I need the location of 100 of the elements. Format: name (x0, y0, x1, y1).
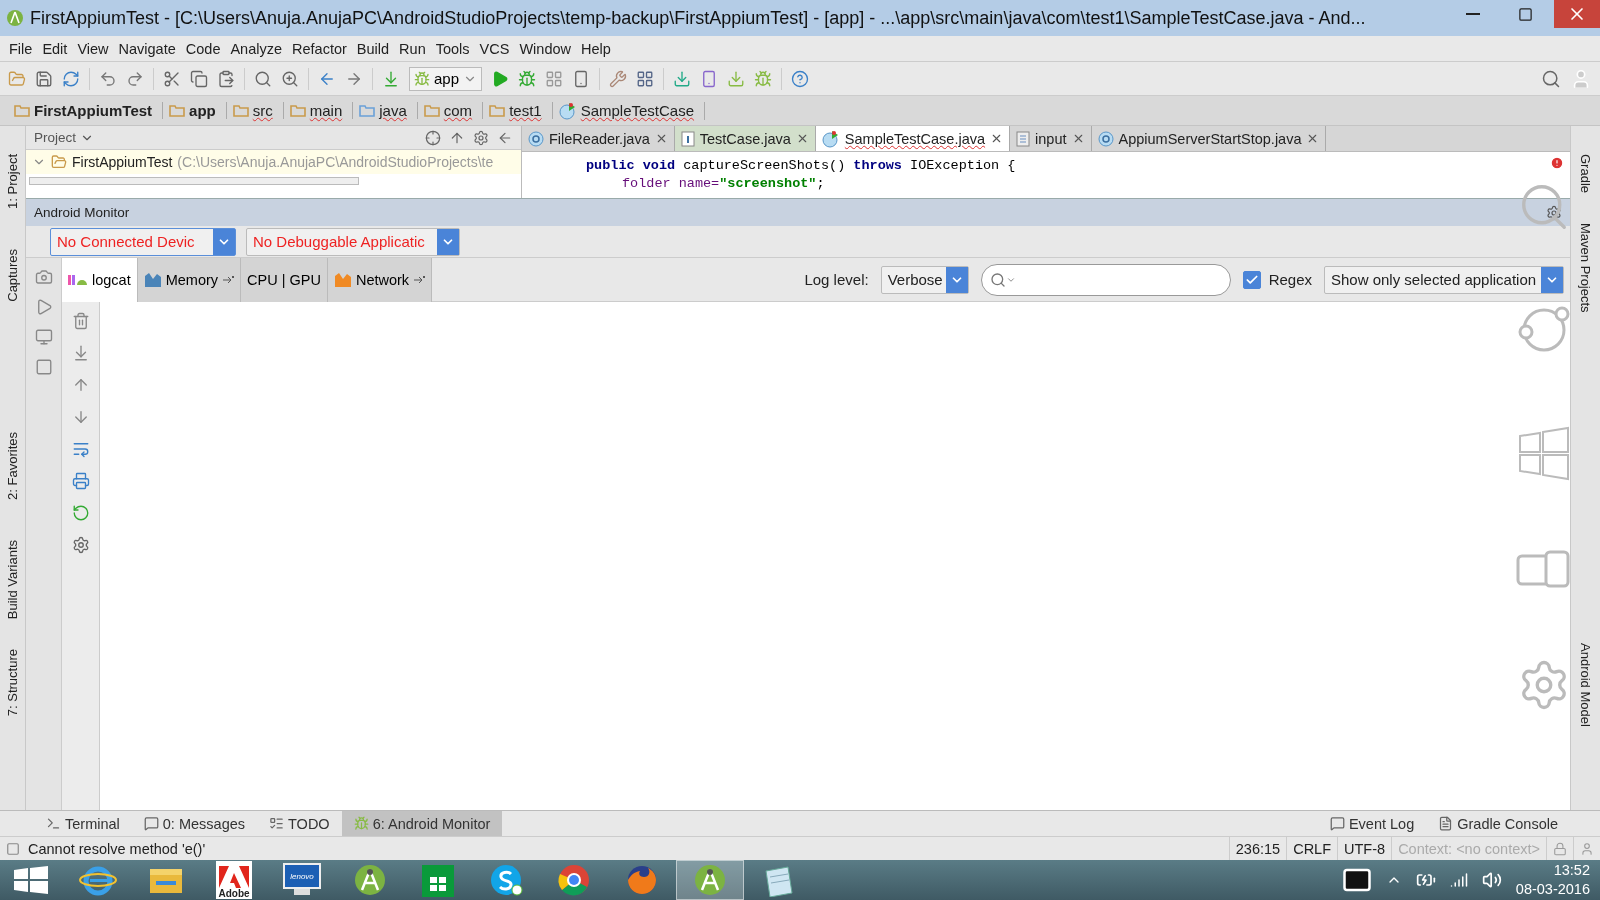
project-view-dropdown[interactable]: Project (34, 130, 144, 145)
copy-icon[interactable] (190, 69, 208, 88)
folder-icon (423, 104, 440, 117)
monitor-tab[interactable]: Network (327, 257, 433, 302)
breadcrumb[interactable]: main (283, 102, 354, 119)
soft-wrap-icon[interactable] (71, 440, 90, 458)
close-button[interactable] (1554, 0, 1600, 28)
taskbar-app[interactable]: Adobe (200, 860, 268, 900)
tool-window-button[interactable]: Build Variants (5, 539, 20, 619)
breadcrumb[interactable]: app (163, 102, 227, 119)
tool-window-button[interactable]: Gradle (1578, 154, 1593, 194)
paste-icon[interactable] (217, 69, 235, 88)
menu-item[interactable]: Window (514, 40, 576, 57)
help-icon[interactable] (791, 69, 810, 88)
save-icon[interactable] (35, 69, 53, 88)
signal-icon[interactable] (1449, 871, 1468, 889)
regex-label: Regex (1268, 271, 1312, 288)
breadcrumb[interactable]: com (417, 102, 484, 119)
search-icon (989, 271, 1006, 288)
settings-icon[interactable] (1546, 204, 1562, 221)
menu-item[interactable]: Help (576, 40, 616, 57)
menu-item[interactable]: Navigate (113, 40, 181, 57)
breadcrumb[interactable]: SampleTestCase (552, 101, 706, 120)
breadcrumb[interactable]: FirstAppiumTest (8, 102, 164, 119)
cut-icon[interactable] (163, 69, 181, 88)
editor-tab[interactable]: SampleTestCase.java (815, 126, 1011, 151)
tool-window-button[interactable]: Android Model (1578, 642, 1593, 727)
tool-tab[interactable]: Event Log (1317, 810, 1427, 837)
application-dropdown[interactable]: No Debuggable Applicatic (246, 227, 460, 256)
monitor-tab[interactable]: logcat (62, 257, 138, 302)
tool-window-button[interactable]: 2: Favorites (5, 431, 20, 500)
search-field[interactable] (980, 263, 1231, 296)
scroll-bar[interactable] (29, 177, 359, 185)
tool-tab[interactable]: 6: Android Monitor (341, 810, 503, 837)
file-icon (1016, 130, 1031, 147)
volume-icon[interactable] (1481, 870, 1502, 890)
breadcrumb[interactable]: test1 (483, 102, 553, 119)
folder-icon (359, 104, 376, 117)
menu-item[interactable]: Code (180, 40, 226, 57)
adobe-app-icon: Adobe (216, 861, 252, 899)
breadcrumb[interactable]: src (226, 102, 284, 119)
restart-icon[interactable] (71, 504, 90, 522)
stop-icon[interactable] (34, 358, 53, 376)
device-dropdown[interactable]: No Connected Devic (50, 227, 236, 256)
regex-checkbox[interactable] (1242, 270, 1261, 289)
menu-item[interactable]: View (72, 40, 114, 57)
tool-tab[interactable]: 0: Messages (131, 810, 257, 837)
code-editor[interactable]: public void captureScreenShots() throws IOException { folder name="screenshot"; (522, 152, 1570, 198)
folder-icon (489, 104, 506, 117)
editor-tab[interactable]: TestCase.java (674, 126, 816, 151)
tool-window-button[interactable]: Maven Projects (1578, 223, 1593, 313)
tool-tab[interactable]: TODO (257, 810, 342, 837)
tree-item[interactable]: FirstAppiumTest (C:\Users\Anuja.AnujaPC\AndroidStudioProjects\te (26, 150, 521, 174)
tool-window-button[interactable]: 7: Structure (5, 648, 20, 717)
messages-icon (143, 816, 159, 831)
monitor-tab[interactable]: Memory (137, 257, 242, 302)
menu-item[interactable]: Refactor (287, 40, 352, 57)
menu-item[interactable]: Run (394, 40, 431, 57)
open-folder-icon[interactable] (8, 69, 26, 88)
monitor-tab[interactable]: CPU | GPU (241, 257, 328, 302)
sync-icon[interactable] (62, 69, 80, 88)
log-level-dropdown[interactable]: Verbose (880, 265, 969, 294)
trash-icon[interactable] (71, 312, 90, 330)
lock-icon[interactable] (1553, 841, 1567, 856)
clock[interactable]: 13:52 08-03-2016 (1515, 861, 1590, 899)
undo-icon[interactable] (99, 69, 117, 88)
memory-chart-icon (143, 271, 162, 288)
locate-icon[interactable] (425, 129, 441, 146)
taskbar-app[interactable]: lenovo (268, 860, 336, 900)
menu-item[interactable]: Tools (430, 40, 475, 57)
tool-window-button[interactable]: 1: Project (5, 154, 20, 209)
print-icon[interactable] (71, 472, 90, 490)
tool-window-button[interactable]: Captures (5, 248, 20, 302)
run-configuration-dropdown[interactable]: app (409, 66, 483, 91)
menu-item[interactable]: Build (351, 40, 395, 57)
redo-icon[interactable] (126, 69, 144, 88)
tool-tab[interactable]: Gradle Console (1426, 810, 1570, 837)
debug-icon[interactable] (518, 69, 537, 88)
filter-dropdown[interactable]: Show only selected application (1324, 265, 1564, 294)
devices-icon[interactable] (1516, 550, 1572, 590)
menu-item[interactable]: VCS (474, 40, 515, 57)
search-icon[interactable] (254, 69, 272, 88)
maximize-icon (1517, 6, 1533, 22)
taskbar-app[interactable] (676, 860, 744, 900)
menu-item[interactable]: Analyze (225, 40, 288, 57)
run-icon[interactable] (491, 69, 510, 88)
network-chart-icon (333, 271, 352, 288)
settings-icon[interactable] (71, 536, 90, 554)
tool-tab[interactable]: Terminal (34, 810, 132, 837)
status-message: Cannot resolve method 'e()' (28, 840, 206, 857)
search-icon[interactable] (1541, 68, 1561, 89)
project-path: (C:\Users\Anuja.AnujaPC\AndroidStudioProjects\te (177, 154, 494, 170)
terminal-icon (46, 816, 61, 831)
breadcrumb[interactable]: java (353, 102, 418, 119)
detach-arrow-icon (222, 274, 235, 285)
logcat-icon (68, 272, 88, 287)
menu-item[interactable]: File (4, 40, 38, 57)
settings-icon[interactable] (473, 129, 489, 146)
menu-item[interactable]: Edit (37, 40, 73, 57)
camera-icon[interactable] (34, 268, 53, 286)
